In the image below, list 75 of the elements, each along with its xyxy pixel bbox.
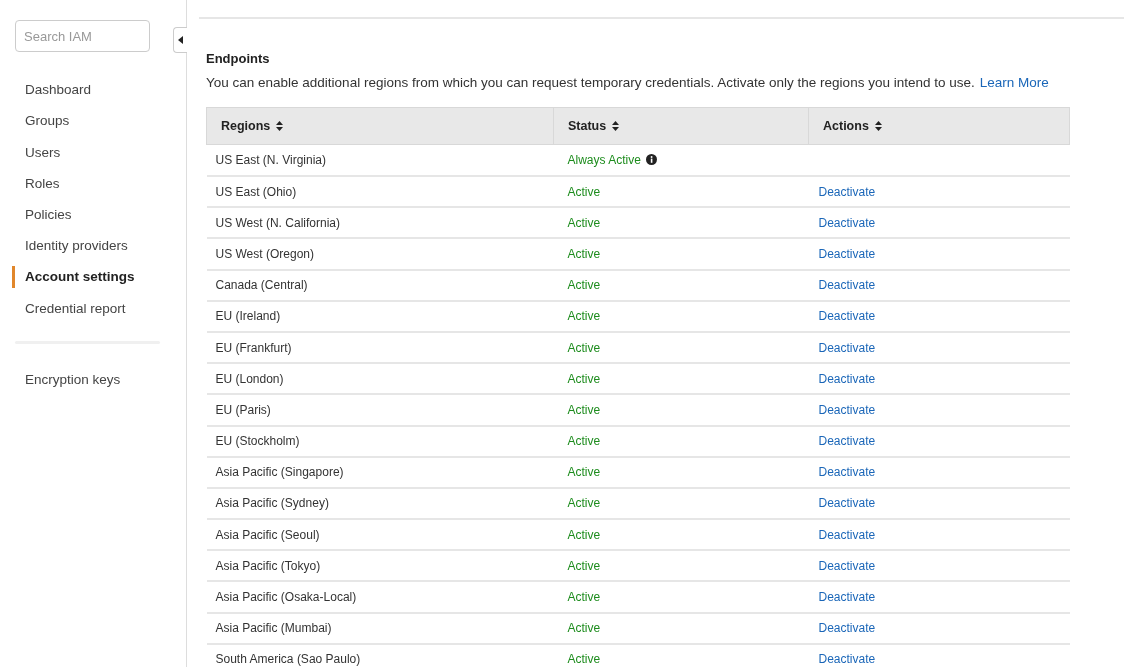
caret-left-icon: [178, 36, 183, 44]
status-text: Active: [567, 246, 601, 261]
status-text: Active: [567, 621, 601, 636]
status-text: Active: [567, 590, 601, 605]
column-label: Regions: [221, 119, 271, 133]
status-text: Active: [567, 184, 601, 199]
sidebar-item[interactable]: Users: [12, 136, 160, 168]
deactivate-link[interactable]: Deactivate: [818, 590, 876, 605]
learn-more-link[interactable]: Learn More: [979, 75, 1049, 90]
region-name: EU (Paris): [215, 402, 271, 417]
column-label: Actions: [823, 119, 869, 133]
region-name: EU (Ireland): [215, 309, 281, 324]
column-header[interactable]: Status: [553, 107, 809, 145]
description-text: You can enable additional regions from which you can request temporary credentials. Activate only the regions you intend to use.: [206, 75, 975, 90]
collapse-button[interactable]: [173, 27, 187, 53]
region-name: US West (Oregon): [215, 246, 314, 261]
deactivate-link[interactable]: Deactivate: [818, 465, 876, 480]
sidebar-item[interactable]: Credential report: [12, 293, 160, 325]
deactivate-link[interactable]: Deactivate: [818, 215, 876, 230]
region-name: Asia Pacific (Mumbai): [215, 621, 332, 636]
deactivate-link[interactable]: Deactivate: [818, 371, 876, 386]
status-text: Always Active: [567, 153, 641, 167]
column-label: Status: [568, 119, 607, 133]
region-name: EU (Frankfurt): [215, 340, 292, 355]
sidebar-item[interactable]: Dashboard: [12, 74, 160, 106]
status-text: Active: [567, 652, 601, 667]
region-name: US West (N. California): [215, 215, 340, 230]
sort-icon: [276, 121, 284, 131]
status-text: Active: [567, 496, 601, 511]
status-text: Active: [567, 371, 601, 386]
sidebar-item[interactable]: Account settings: [12, 266, 160, 289]
status-text: Active: [567, 527, 601, 542]
deactivate-link[interactable]: Deactivate: [818, 340, 876, 355]
status-text: Active: [567, 340, 601, 355]
sidebar-item[interactable]: Policies: [12, 199, 160, 231]
sidebar-item[interactable]: Encryption keys: [12, 364, 160, 396]
deactivate-link[interactable]: Deactivate: [818, 184, 876, 199]
status-text: Active: [567, 465, 601, 480]
deactivate-link[interactable]: Deactivate: [818, 652, 876, 667]
region-name: US East (N. Virginia): [215, 153, 326, 167]
info-icon: [645, 154, 657, 165]
region-name: Asia Pacific (Tokyo): [215, 558, 321, 573]
deactivate-link[interactable]: Deactivate: [818, 558, 876, 573]
deactivate-link[interactable]: Deactivate: [818, 496, 876, 511]
region-name: Asia Pacific (Singapore): [215, 465, 344, 480]
status-text: Active: [567, 402, 601, 417]
deactivate-link[interactable]: Deactivate: [818, 527, 876, 542]
section-title: Endpoints: [206, 51, 271, 66]
deactivate-link[interactable]: Deactivate: [818, 246, 876, 261]
deactivate-link[interactable]: Deactivate: [818, 621, 876, 636]
region-name: EU (Stockholm): [215, 434, 300, 449]
sort-icon: [874, 121, 882, 131]
region-name: Asia Pacific (Osaka-Local): [215, 590, 357, 605]
status-text: Active: [567, 309, 601, 324]
status-text: Active: [567, 215, 601, 230]
sort-icon: [612, 121, 620, 131]
deactivate-link[interactable]: Deactivate: [818, 309, 876, 324]
status-text: Active: [567, 434, 601, 449]
sidebar-item[interactable]: Identity providers: [12, 230, 160, 262]
status-text: Active: [567, 558, 601, 573]
region-name: US East (Ohio): [215, 184, 297, 199]
sidebar-item[interactable]: Roles: [12, 167, 160, 200]
status-text: Active: [567, 278, 601, 293]
region-name: Asia Pacific (Sydney): [215, 496, 329, 511]
region-name: Asia Pacific (Seoul): [215, 527, 320, 542]
deactivate-link[interactable]: Deactivate: [818, 402, 876, 417]
deactivate-link[interactable]: Deactivate: [818, 278, 876, 293]
column-header[interactable]: Actions: [808, 107, 1070, 145]
region-name: EU (London): [215, 371, 284, 386]
region-name: South America (Sao Paulo): [215, 652, 361, 667]
search-field[interactable]: Search IAM: [15, 20, 150, 52]
sidebar-item[interactable]: Groups: [12, 105, 160, 137]
deactivate-link[interactable]: Deactivate: [818, 434, 876, 449]
column-header[interactable]: Regions: [206, 107, 554, 145]
region-name: Canada (Central): [215, 278, 308, 293]
